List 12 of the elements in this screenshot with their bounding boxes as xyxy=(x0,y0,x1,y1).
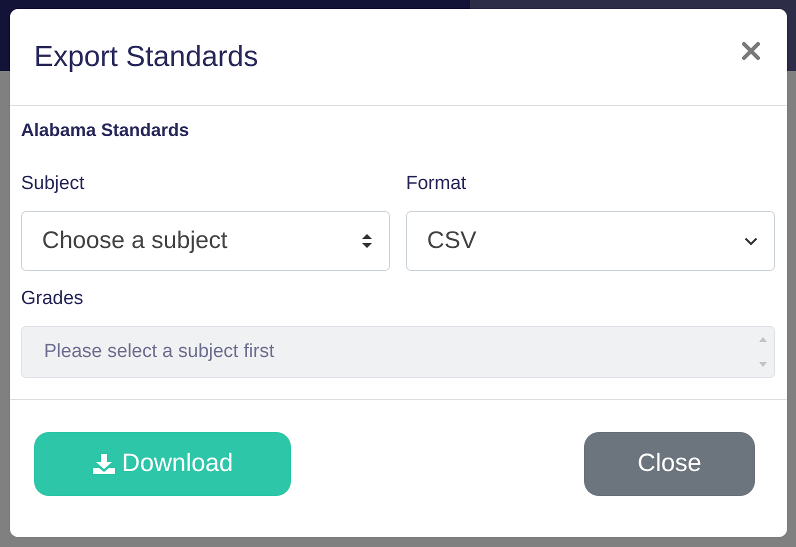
close-button[interactable]: Close xyxy=(584,432,755,496)
chevron-down-icon xyxy=(744,236,758,246)
select-field[interactable]: Choose a subject xyxy=(21,211,390,271)
section-heading: Alabama Standards xyxy=(21,120,190,141)
field-label: Format xyxy=(406,173,468,195)
sort-icon xyxy=(361,233,373,249)
close-icon[interactable] xyxy=(741,41,761,61)
field-label: Subject xyxy=(21,173,86,195)
download-icon xyxy=(92,452,116,474)
field-label: Grades xyxy=(21,288,84,310)
modal-title: Export Standards xyxy=(34,40,258,74)
select-field[interactable]: CSV xyxy=(406,211,775,271)
